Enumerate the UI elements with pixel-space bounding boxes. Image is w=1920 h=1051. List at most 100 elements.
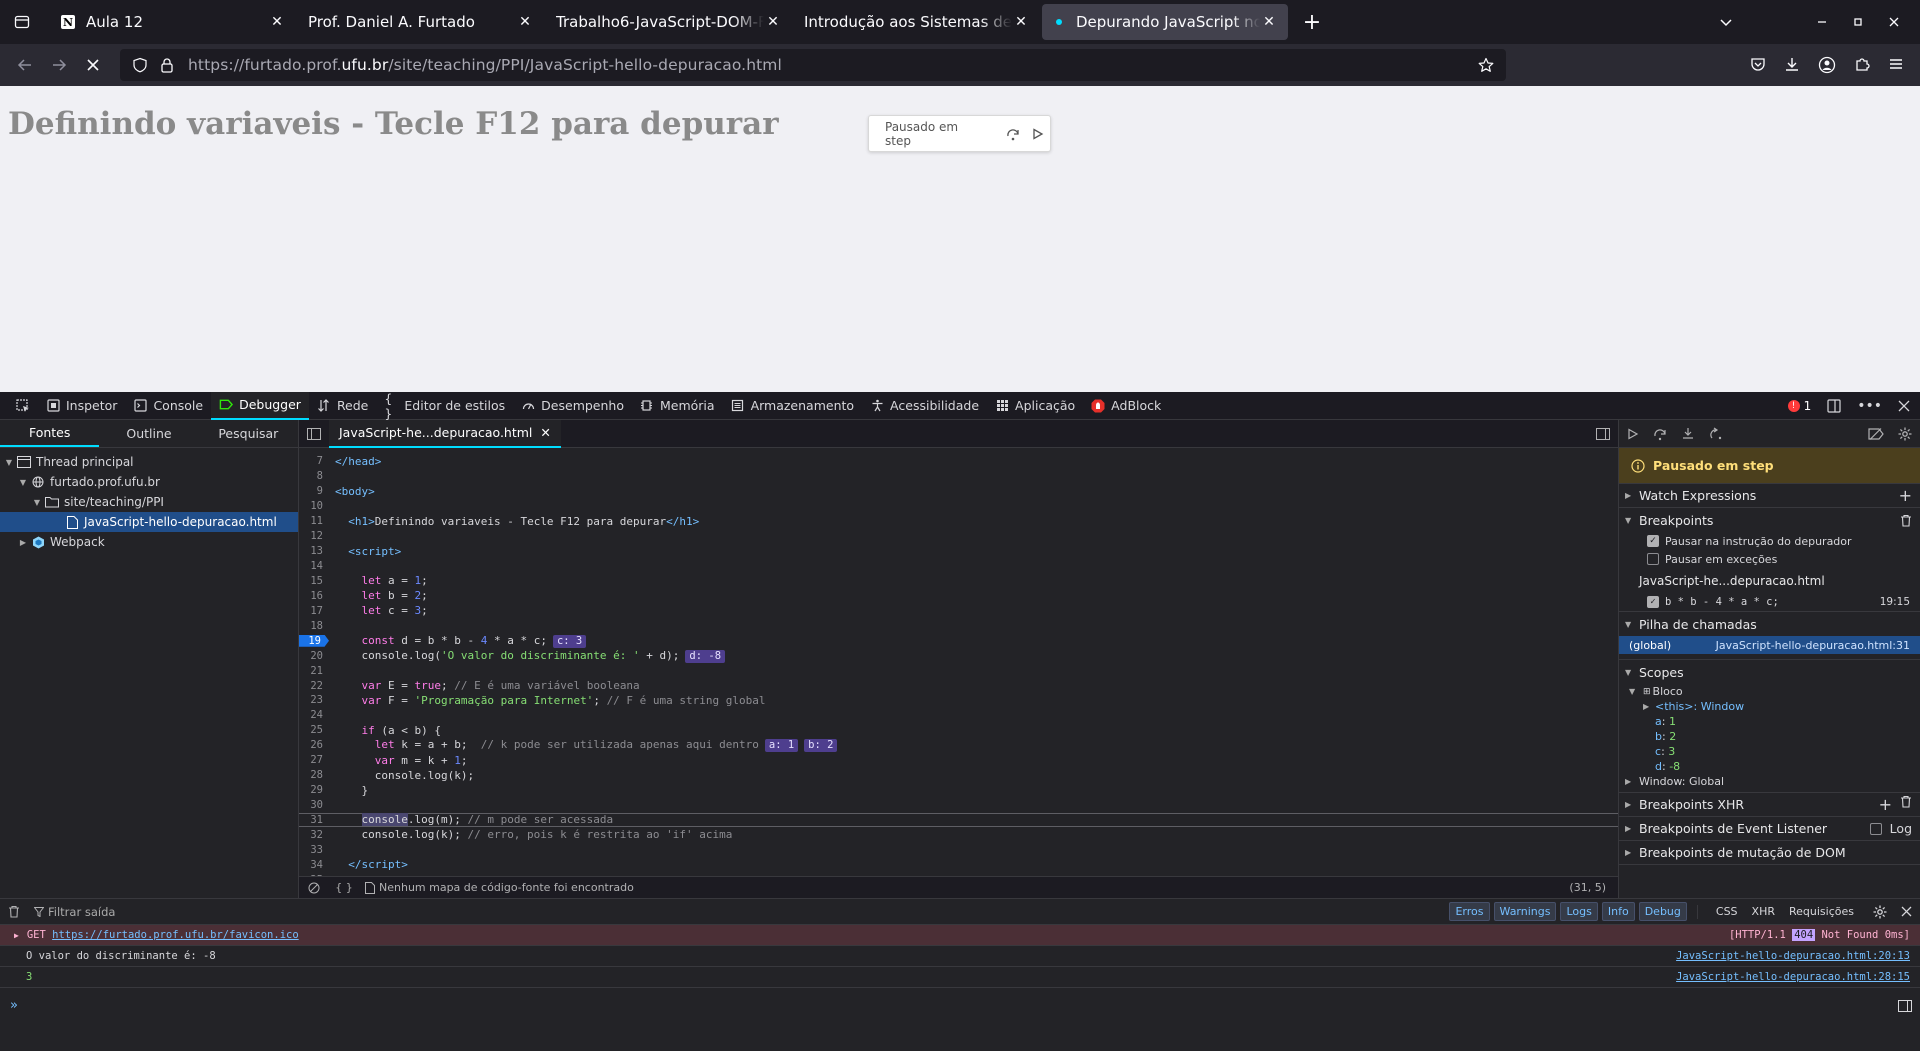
- back-button[interactable]: [8, 48, 42, 82]
- tree-item-thread[interactable]: ▼ Thread principal: [0, 452, 298, 472]
- lock-icon[interactable]: [160, 57, 174, 73]
- resume-icon[interactable]: [1027, 122, 1050, 146]
- tab-console[interactable]: Console: [125, 392, 211, 420]
- checkbox[interactable]: [1869, 822, 1882, 835]
- minimize-icon[interactable]: [1814, 17, 1830, 27]
- close-devtools-icon[interactable]: [1898, 400, 1910, 412]
- extensions-icon[interactable]: [1854, 56, 1870, 74]
- filter-css[interactable]: CSS: [1711, 903, 1743, 920]
- filter-requisicoes[interactable]: Requisições: [1784, 903, 1859, 920]
- close-window-icon[interactable]: [1886, 17, 1902, 27]
- element-picker-icon[interactable]: [8, 392, 38, 420]
- address-bar[interactable]: https://furtado.prof.ufu.br/site/teachin…: [120, 49, 1506, 81]
- filter-output-input[interactable]: Filtrar saída: [34, 905, 115, 919]
- tab-outline[interactable]: Outline: [99, 420, 198, 447]
- tab-desempenho[interactable]: Desempenho: [513, 392, 632, 420]
- watch-expressions-header[interactable]: ▶ Watch Expressions +: [1619, 484, 1920, 508]
- scopes-header[interactable]: ▼ Scopes: [1619, 660, 1920, 684]
- close-console-icon[interactable]: [1901, 906, 1912, 917]
- console-error-row[interactable]: ▶ GET https://furtado.prof.ufu.br/favico…: [0, 925, 1920, 946]
- tab-pesquisar[interactable]: Pesquisar: [199, 420, 298, 447]
- code-view[interactable]: 7 </head> 8 9 <body> 10 11 <h1>Definindo v…: [299, 448, 1618, 876]
- filter-info[interactable]: Info: [1601, 902, 1635, 921]
- menu-icon[interactable]: [1888, 56, 1904, 74]
- step-out-icon[interactable]: [1709, 427, 1723, 441]
- tab-editor-de-estilos[interactable]: { } Editor de estilos: [376, 391, 513, 421]
- step-over-icon[interactable]: [1653, 427, 1667, 441]
- filter-xhr[interactable]: XHR: [1747, 903, 1780, 920]
- close-icon[interactable]: ✕: [540, 425, 550, 440]
- scope-var[interactable]: a: 1: [1629, 714, 1920, 729]
- pretty-print-icon[interactable]: { }: [329, 881, 359, 894]
- source-location-link[interactable]: JavaScript-hello-depuracao.html:20:13: [1676, 950, 1910, 962]
- tab-inspetor[interactable]: Inspetor: [38, 392, 125, 420]
- breakpoint-item[interactable]: ✓ b * b - 4 * a * c; 19:15: [1619, 592, 1920, 612]
- downloads-icon[interactable]: [1784, 56, 1800, 74]
- call-stack-frame[interactable]: (global) JavaScript-hello-depuracao.html:…: [1619, 636, 1920, 654]
- checkbox-checked[interactable]: ✓: [1647, 535, 1659, 547]
- tracking-protection-shield-icon[interactable]: [132, 57, 148, 73]
- new-tab-button[interactable]: +: [1296, 6, 1328, 38]
- toggle-sources-icon[interactable]: [299, 427, 329, 440]
- call-stack-header[interactable]: ▼ Pilha de chamadas: [1619, 612, 1920, 636]
- tab-adblock[interactable]: AdBlock: [1083, 392, 1169, 420]
- error-count-badge[interactable]: ! 1: [1787, 399, 1811, 413]
- close-tab-icon[interactable]: ✕: [1012, 13, 1030, 31]
- deactivate-breakpoints-icon[interactable]: [1868, 427, 1884, 440]
- forward-button[interactable]: [42, 48, 76, 82]
- editor-mode-icon[interactable]: [1898, 999, 1920, 1012]
- chevron-down-icon[interactable]: ▼: [30, 498, 44, 507]
- account-icon[interactable]: [1818, 56, 1836, 74]
- pause-on-exceptions-option[interactable]: Pausar em exceções: [1619, 550, 1920, 568]
- scope-var[interactable]: b: 2: [1629, 729, 1920, 744]
- more-options-icon[interactable]: •••: [1857, 398, 1882, 414]
- bookmark-star-icon[interactable]: [1478, 57, 1494, 73]
- tab-rede[interactable]: Rede: [309, 392, 376, 420]
- browser-tab[interactable]: N Aula 12 ✕: [50, 4, 296, 40]
- checkbox[interactable]: [1647, 553, 1659, 565]
- breakpoints-header[interactable]: ▼ Breakpoints: [1619, 508, 1920, 532]
- scope-this[interactable]: ▶ <this>: Window: [1629, 699, 1920, 714]
- pocket-icon[interactable]: [1750, 56, 1766, 74]
- chevron-down-icon[interactable]: ▼: [2, 458, 16, 467]
- toggle-panel-icon[interactable]: [1588, 427, 1618, 440]
- filter-warnings[interactable]: Warnings: [1493, 902, 1557, 921]
- console-input[interactable]: »: [0, 988, 1920, 1023]
- checkbox-checked[interactable]: ✓: [1647, 595, 1659, 608]
- browser-tab[interactable]: Trabalho6-JavaScript-DOM-Fetch ✕: [546, 4, 792, 40]
- browser-tab[interactable]: Introdução aos Sistemas de Informação ✕: [794, 4, 1040, 40]
- event-listener-breakpoints-header[interactable]: ▶ Breakpoints de Event Listener Log: [1619, 817, 1920, 841]
- breakpoint-marker[interactable]: 19: [299, 634, 329, 647]
- dom-mutation-breakpoints-header[interactable]: ▶ Breakpoints de mutação de DOM: [1619, 841, 1920, 865]
- step-over-icon[interactable]: [1002, 122, 1025, 146]
- tab-debugger[interactable]: Debugger: [211, 391, 309, 420]
- close-tab-icon[interactable]: ✕: [516, 13, 534, 31]
- tab-aplicacao[interactable]: Aplicação: [987, 392, 1083, 420]
- filter-logs[interactable]: Logs: [1560, 902, 1598, 921]
- close-tab-icon[interactable]: ✕: [268, 13, 286, 31]
- dock-icon[interactable]: [1827, 398, 1841, 413]
- tree-item-file[interactable]: JavaScript-hello-depuracao.html: [0, 512, 298, 532]
- blackbox-icon[interactable]: [299, 882, 329, 894]
- clear-console-icon[interactable]: [8, 905, 20, 918]
- scope-window-global[interactable]: ▶ Window: Global: [1625, 774, 1920, 789]
- stop-button[interactable]: [76, 48, 110, 82]
- list-all-tabs-icon[interactable]: [1718, 15, 1734, 29]
- scope-var[interactable]: c: 3: [1629, 744, 1920, 759]
- tab-overview-icon[interactable]: [6, 6, 38, 38]
- source-location-link[interactable]: JavaScript-hello-depuracao.html:28:15: [1676, 971, 1910, 983]
- editor-tab[interactable]: JavaScript-he...depuracao.html ✕: [329, 419, 561, 448]
- pause-on-debugger-option[interactable]: ✓ Pausar na instrução do depurador: [1619, 532, 1920, 550]
- scope-block[interactable]: ▼ ⊞ Bloco: [1629, 684, 1920, 699]
- tab-acessibilidade[interactable]: Acessibilidade: [862, 392, 987, 420]
- filter-debug[interactable]: Debug: [1638, 902, 1687, 921]
- tree-item-webpack[interactable]: ▶ Webpack: [0, 532, 298, 552]
- xhr-breakpoints-header[interactable]: ▶ Breakpoints XHR +: [1619, 793, 1920, 817]
- chevron-down-icon[interactable]: ▼: [16, 478, 30, 487]
- add-icon[interactable]: +: [1879, 795, 1892, 814]
- console-settings-gear-icon[interactable]: [1873, 905, 1887, 919]
- trash-icon[interactable]: [1900, 514, 1912, 527]
- tree-item-folder[interactable]: ▼ site/teaching/PPI: [0, 492, 298, 512]
- request-url-link[interactable]: https://furtado.prof.ufu.br/favicon.ico: [52, 929, 299, 941]
- filter-erros[interactable]: Erros: [1449, 902, 1490, 921]
